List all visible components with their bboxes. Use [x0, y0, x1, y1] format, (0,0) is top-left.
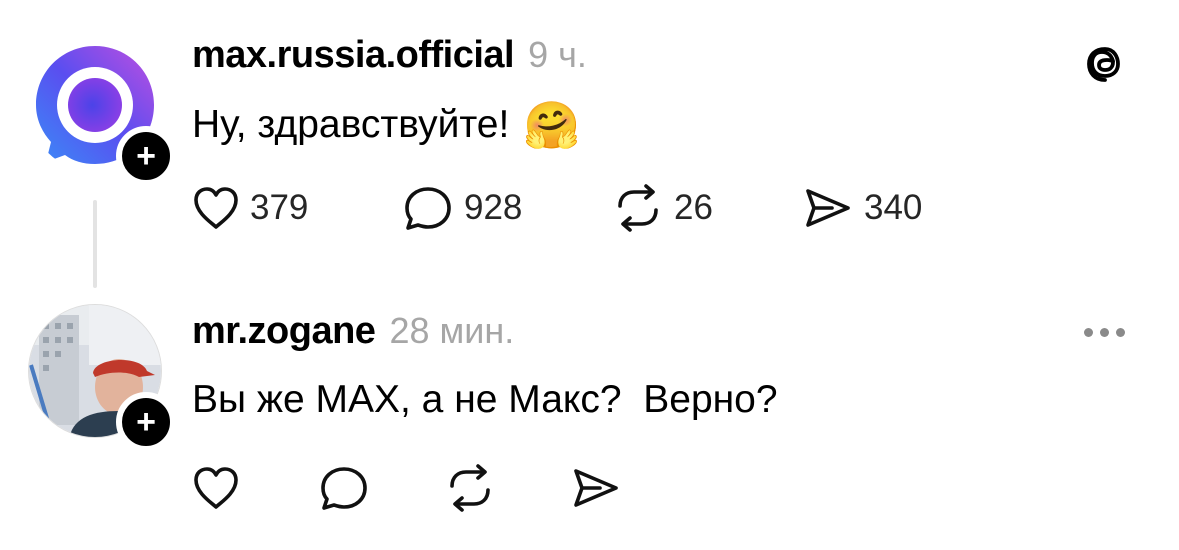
share-button[interactable] [570, 465, 696, 511]
comment-icon [321, 467, 367, 510]
action-bar: 379 928 26 340 [192, 184, 922, 232]
author-avatar-container: + [28, 38, 176, 186]
share-icon [574, 469, 618, 507]
more-icon[interactable] [1084, 328, 1125, 337]
reply-count: 928 [464, 188, 523, 227]
timestamp: 9 ч. [528, 34, 587, 75]
post-text: Вы же MAX, а не Макс? Верно? [192, 378, 778, 422]
post-text-content: Ну, здравствуйте! [192, 103, 510, 146]
share-icon [806, 189, 850, 227]
reply-button[interactable]: 928 [402, 184, 612, 232]
like-button[interactable]: 379 [192, 185, 402, 231]
like-count: 379 [250, 188, 309, 227]
reply-button[interactable] [318, 464, 444, 512]
follow-button[interactable]: + [116, 126, 176, 186]
author-avatar-container: + [28, 304, 176, 452]
thread-connector [93, 200, 97, 288]
post-header: mr.zogane 28 мин. [192, 310, 778, 362]
repost-icon [450, 464, 490, 512]
post-content: mr.zogane 28 мин. Вы же MAX, а не Макс? … [192, 310, 778, 512]
more-dot [1116, 328, 1125, 337]
repost-count: 26 [674, 188, 713, 227]
post-content: max.russia.official 9 ч. Ну, здравствуйт… [192, 34, 922, 232]
action-bar [192, 464, 778, 512]
like-button[interactable] [192, 465, 318, 511]
more-dot [1084, 328, 1093, 337]
username[interactable]: max.russia.official [192, 34, 515, 77]
comment-icon [405, 187, 451, 230]
repost-button[interactable]: 26 [612, 184, 802, 232]
timestamp: 28 мин. [389, 310, 515, 351]
heart-icon [194, 467, 238, 509]
threads-logo-icon[interactable] [1082, 40, 1128, 91]
repost-button[interactable] [444, 464, 570, 512]
share-count: 340 [864, 188, 923, 227]
repost-icon [618, 184, 658, 232]
follow-button[interactable]: + [116, 392, 176, 452]
heart-icon [194, 187, 238, 229]
share-button[interactable]: 340 [802, 185, 922, 231]
post-text-content: Вы же MAX, а не Макс? Верно? [192, 378, 778, 421]
post-text: Ну, здравствуйте! 🤗 [192, 102, 922, 148]
threads-reply-view: + max.russia.official 9 ч. Ну, здравству… [0, 0, 1179, 550]
more-dot [1100, 328, 1109, 337]
username[interactable]: mr.zogane [192, 310, 376, 353]
post-header: max.russia.official 9 ч. [192, 34, 922, 86]
hugging-face-emoji: 🤗 [523, 99, 581, 151]
